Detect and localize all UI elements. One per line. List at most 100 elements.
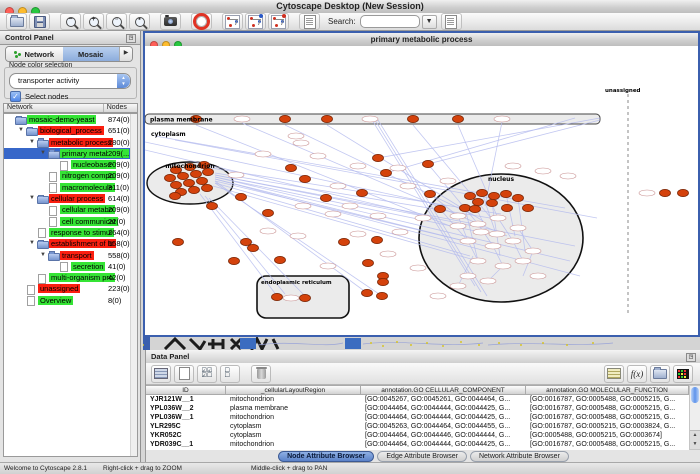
graph-node-orange[interactable]: [378, 278, 389, 285]
graph-node-label[interactable]: [330, 183, 346, 189]
table-row[interactable]: YLR295Ccytoplasm[GO:0045263, GO:0044464,…: [146, 422, 689, 431]
graph-node-orange[interactable]: [248, 244, 259, 251]
zoom-out-button[interactable]: −: [60, 13, 81, 30]
graph-node-orange[interactable]: [487, 199, 498, 206]
graph-node-orange[interactable]: [513, 194, 524, 201]
tree-row[interactable]: nucleobase-209(0): [4, 159, 137, 170]
expand-arrow-icon[interactable]: ▼: [40, 150, 46, 156]
column-network[interactable]: Network: [4, 104, 104, 112]
tab-mosaic[interactable]: Mosaic: [63, 47, 120, 61]
graph-node-orange[interactable]: [453, 115, 464, 122]
main-title-bar[interactable]: Cytoscape Desktop (New Session): [0, 0, 700, 14]
new-attribute-button[interactable]: [174, 365, 194, 383]
search-input[interactable]: [360, 15, 420, 28]
manage-networks-button[interactable]: [222, 13, 243, 30]
graph-node-orange[interactable]: [377, 292, 388, 299]
zoom-selected-button[interactable]: ▪: [129, 13, 150, 30]
table-row[interactable]: YKR052Ccytoplasm[GO:0044464, GO:0044446,…: [146, 431, 689, 440]
graph-node-orange[interactable]: [229, 257, 240, 264]
import-attributes-button[interactable]: [441, 13, 462, 30]
graph-node-label[interactable]: [415, 215, 431, 221]
graph-node-label[interactable]: [440, 178, 456, 184]
graph-edge[interactable]: [428, 120, 600, 164]
graph-node-orange[interactable]: [473, 198, 484, 205]
graph-node-orange[interactable]: [465, 192, 476, 199]
graph-node-label[interactable]: [505, 163, 521, 169]
graph-node-label[interactable]: [390, 165, 406, 171]
expand-arrow-icon[interactable]: ▼: [29, 195, 35, 201]
tab-overflow-button[interactable]: ▶: [119, 47, 132, 61]
tree-row[interactable]: ▼transport558(0): [4, 250, 137, 261]
formula-builder-button[interactable]: f(x): [627, 365, 647, 383]
tree-row[interactable]: unassigned223(0): [4, 283, 137, 294]
graph-node-label[interactable]: [370, 213, 386, 219]
graph-node-label[interactable]: [430, 293, 446, 299]
graph-node-label[interactable]: [293, 140, 309, 146]
tree-row[interactable]: mosaic-demo-yeast874(0): [4, 114, 137, 125]
graph-node-orange[interactable]: [241, 238, 252, 245]
graph-node-label[interactable]: [450, 283, 466, 289]
graph-node-label[interactable]: [470, 221, 486, 227]
graph-node-orange[interactable]: [191, 170, 202, 177]
tree-row-label[interactable]: Overview: [38, 296, 73, 305]
graph-edge[interactable]: [285, 125, 475, 216]
tree-row[interactable]: multi-organism pro42(0): [4, 272, 137, 283]
table-row[interactable]: YDR039C__1mitochondrion[GO:0044464, GO:0…: [146, 440, 689, 449]
graph-node-orange[interactable]: [263, 209, 274, 216]
graph-node-label[interactable]: [350, 163, 366, 169]
graph-node-label[interactable]: [480, 278, 496, 284]
graph-node-orange[interactable]: [339, 238, 350, 245]
table-column-header[interactable]: annotation.GO MOLECULAR_FUNCTION: [526, 385, 689, 395]
graph-node-label[interactable]: [515, 258, 531, 264]
graph-node-orange[interactable]: [171, 181, 182, 188]
tree-row-label[interactable]: macromolecule: [60, 183, 115, 192]
graph-node-label[interactable]: [400, 183, 416, 189]
attribute-table-button[interactable]: [151, 365, 171, 383]
graph-node-label[interactable]: [510, 225, 526, 231]
graph-node-label[interactable]: [490, 215, 506, 221]
tree-row[interactable]: ▼primary metabo209(...: [4, 148, 137, 159]
import-table-button[interactable]: [650, 365, 670, 383]
graph-node-label[interactable]: [485, 243, 501, 249]
browser-tab-node[interactable]: Node Attribute Browser: [278, 451, 374, 462]
snapshot-button[interactable]: [160, 13, 181, 30]
expand-arrow-icon[interactable]: ▼: [29, 139, 35, 145]
graph-node-label[interactable]: [460, 273, 476, 279]
merge-networks-button[interactable]: [245, 13, 266, 30]
graph-node-label[interactable]: [342, 203, 358, 209]
graph-node-orange[interactable]: [678, 189, 689, 196]
scrollbar-arrows[interactable]: ▲▼: [690, 430, 700, 449]
tree-scrollbar[interactable]: [130, 114, 137, 456]
graph-node-orange[interactable]: [523, 204, 534, 211]
tree-row[interactable]: ▼biological_process651(0): [4, 125, 137, 136]
select-attributes-button[interactable]: ☑☑☑☐: [197, 365, 217, 383]
graph-node-orange[interactable]: [489, 192, 500, 199]
tree-row[interactable]: Overview8(0): [4, 295, 137, 306]
graph-node-label[interactable]: [290, 233, 306, 239]
graph-node-label[interactable]: [234, 116, 250, 122]
graph-node-label[interactable]: [530, 273, 546, 279]
store-table-button[interactable]: [604, 365, 624, 383]
graph-node-label[interactable]: [535, 168, 551, 174]
heatmap-button[interactable]: [673, 365, 693, 383]
graph-node-orange[interactable]: [189, 186, 200, 193]
tree-row[interactable]: ▼establishment of lo558(0): [4, 238, 137, 249]
graph-node-label[interactable]: [310, 153, 326, 159]
graph-node-orange[interactable]: [373, 154, 384, 161]
graph-node-label[interactable]: [473, 229, 489, 235]
expand-arrow-icon[interactable]: ▼: [40, 252, 46, 258]
graph-node-orange[interactable]: [286, 164, 297, 171]
table-row[interactable]: YPL036W__1mitochondrion[GO:0044464, GO:0…: [146, 413, 689, 422]
network-window-title-bar[interactable]: primary metabolic process: [145, 33, 698, 47]
tree-row-label[interactable]: secretion: [71, 262, 105, 271]
table-column-header[interactable]: _cellularLayoutRegion: [226, 385, 361, 395]
graph-node-orange[interactable]: [362, 289, 373, 296]
graph-node-label[interactable]: [560, 173, 576, 179]
graph-node-orange[interactable]: [178, 172, 189, 179]
graph-node-label[interactable]: [460, 238, 476, 244]
graph-node-orange[interactable]: [477, 189, 488, 196]
graph-node-orange[interactable]: [372, 236, 383, 243]
table-column-header[interactable]: annotation.GO CELLULAR_COMPONENT: [361, 385, 526, 395]
float-panel-icon[interactable]: ◳: [126, 34, 136, 43]
tree-row-label[interactable]: cellular process: [49, 194, 105, 203]
